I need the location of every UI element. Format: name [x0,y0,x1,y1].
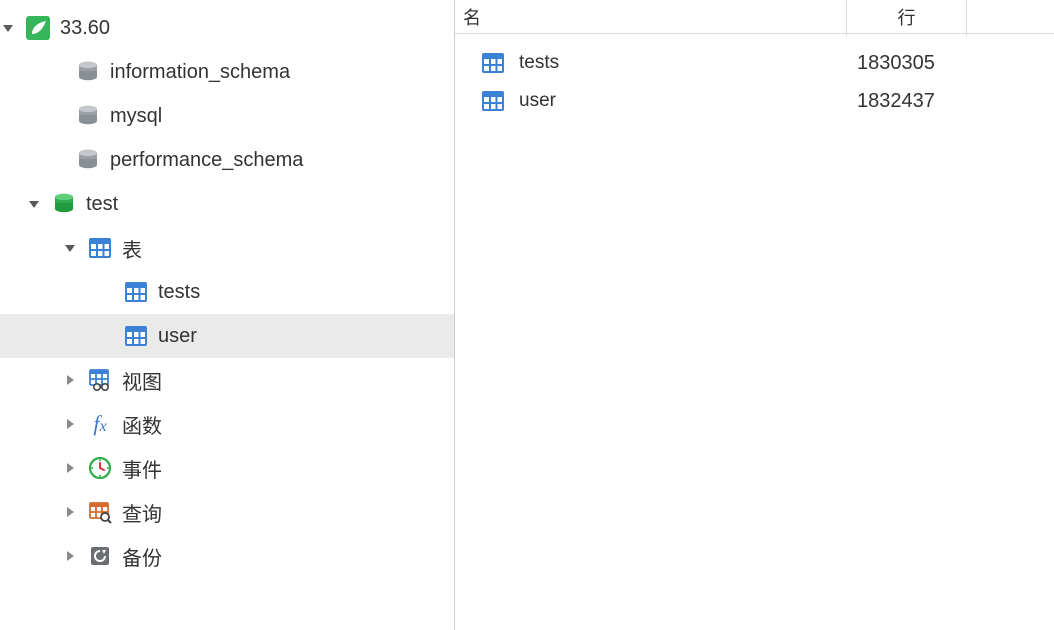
functions-folder-label: 函数 [122,410,162,439]
table-icon [122,322,150,350]
database-label: test [86,193,118,216]
row-name: tests [519,52,559,74]
database-icon [74,146,102,174]
database-active-icon [50,190,78,218]
row-name: user [519,90,556,112]
connection-node[interactable]: 33.60 [0,6,454,50]
queries-folder-node[interactable]: 查询 [0,490,454,534]
table-label: tests [158,281,200,304]
column-header-rows[interactable]: 行 [847,0,967,36]
events-folder-label: 事件 [122,454,162,483]
table-icon [122,278,150,306]
views-icon [86,366,114,394]
function-icon: fx [86,410,114,438]
table-node-tests[interactable]: tests [0,270,454,314]
table-node-user[interactable]: user [0,314,454,358]
events-folder-node[interactable]: 事件 [0,446,454,490]
queries-folder-label: 查询 [122,498,162,527]
row-count: 1830305 [847,52,967,75]
connection-label: 33.60 [60,17,110,40]
database-node-mysql[interactable]: mysql [0,94,454,138]
views-folder-label: 视图 [122,366,162,395]
database-icon [74,102,102,130]
backups-folder-node[interactable]: 备份 [0,534,454,578]
chevron-right-icon[interactable] [62,372,78,388]
table-icon [479,49,507,77]
tables-folder-node[interactable]: 表 [0,226,454,270]
spacer [50,64,66,80]
database-node-performance-schema[interactable]: performance_schema [0,138,454,182]
chevron-right-icon[interactable] [62,460,78,476]
table-label: user [158,325,197,348]
spacer [50,108,66,124]
table-icon [86,234,114,262]
backup-icon [86,542,114,570]
table-row[interactable]: user 1832437 [455,82,1054,120]
table-body: tests 1830305 user 1832437 [455,34,1054,630]
database-label: performance_schema [110,149,303,172]
connection-tree: 33.60 information_schema mysql performan… [0,0,454,578]
chevron-down-icon[interactable] [26,196,42,212]
row-count: 1832437 [847,90,967,113]
database-label: information_schema [110,61,290,84]
backups-folder-label: 备份 [122,542,162,571]
app-icon [24,14,52,42]
tables-folder-label: 表 [122,234,142,263]
table-row[interactable]: tests 1830305 [455,44,1054,82]
spacer [50,152,66,168]
views-folder-node[interactable]: 视图 [0,358,454,402]
chevron-right-icon[interactable] [62,504,78,520]
sidebar: 33.60 information_schema mysql performan… [0,0,455,630]
chevron-down-icon[interactable] [62,240,78,256]
chevron-right-icon[interactable] [62,416,78,432]
column-header-name[interactable]: 名 [455,0,847,36]
database-icon [74,58,102,86]
table-header: 名 行 [455,0,1054,34]
database-node-test[interactable]: test [0,182,454,226]
database-label: mysql [110,105,162,128]
chevron-right-icon[interactable] [62,548,78,564]
database-node-information-schema[interactable]: information_schema [0,50,454,94]
table-icon [479,87,507,115]
functions-folder-node[interactable]: fx 函数 [0,402,454,446]
query-icon [86,498,114,526]
event-icon [86,454,114,482]
main-panel: 名 行 tests 1830305 user 1832437 [455,0,1054,630]
chevron-down-icon[interactable] [0,20,16,36]
